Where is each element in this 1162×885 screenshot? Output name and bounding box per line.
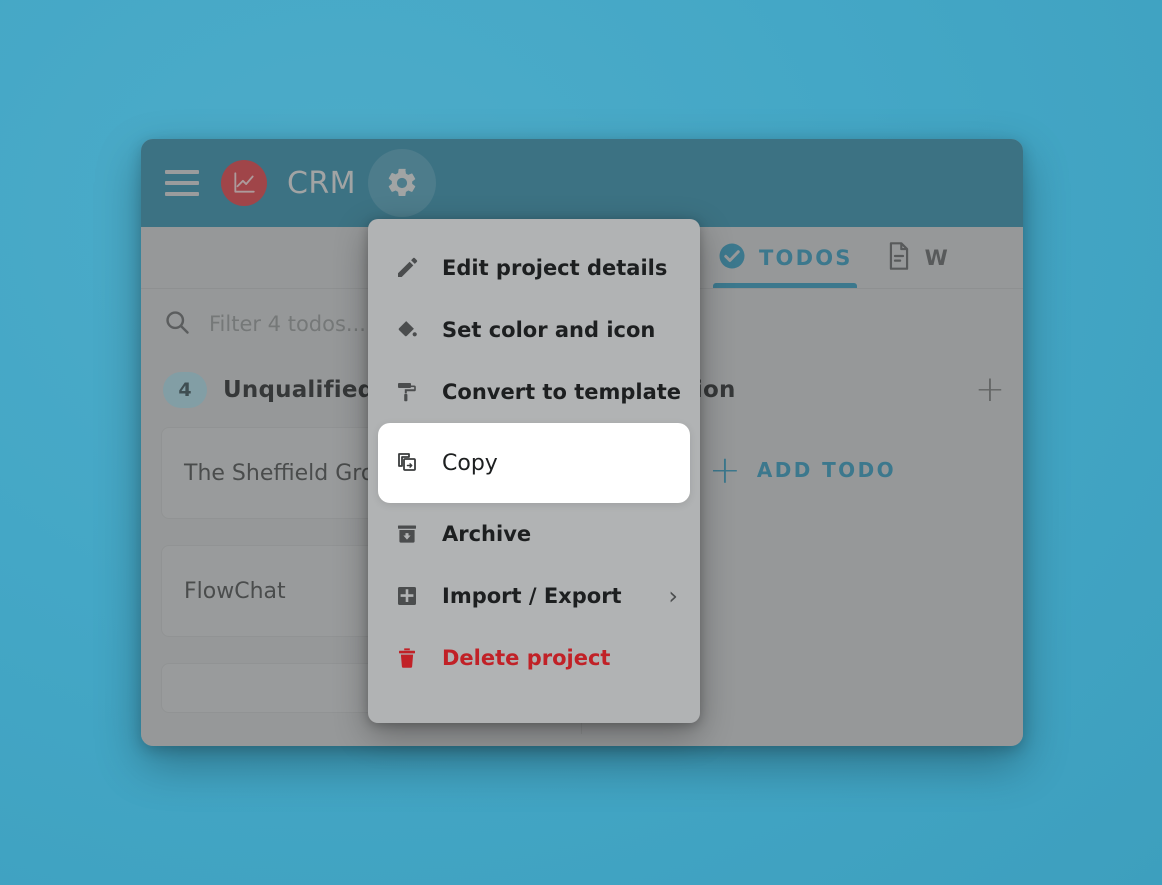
hamburger-icon[interactable] [165, 170, 199, 196]
project-settings-menu: Edit project details Set color and icon … [368, 219, 700, 723]
paint-bucket-icon [394, 317, 420, 343]
line-chart-icon[interactable] [221, 160, 267, 206]
search-icon [163, 308, 191, 340]
menu-item-copy[interactable]: Copy [378, 423, 690, 503]
chevron-right-icon: › [668, 582, 678, 610]
document-icon [885, 241, 913, 275]
page-title: CRM [287, 165, 356, 201]
todo-count-badge: 4 [163, 372, 207, 408]
pencil-icon [394, 255, 420, 281]
copy-icon [394, 450, 420, 476]
search-input[interactable]: Filter 4 todos... [209, 312, 366, 336]
tab-wiki-label: W [924, 245, 950, 270]
menu-item-label: Edit project details [442, 256, 668, 280]
check-circle-icon [717, 241, 747, 275]
gear-icon[interactable] [367, 149, 436, 217]
trash-icon [394, 645, 420, 671]
menu-item-import-export[interactable]: Import / Export › [368, 565, 700, 627]
chevron-right-icon: › [699, 318, 700, 342]
add-column-item-icon[interactable]: + [975, 372, 1005, 408]
tab-todos[interactable]: TODOS [701, 227, 869, 288]
menu-item-set-color-and-icon[interactable]: Set color and icon › [368, 299, 700, 361]
menu-item-archive[interactable]: Archive [368, 503, 700, 565]
plus-icon: + [709, 448, 741, 492]
import-export-icon [394, 583, 420, 609]
menu-item-label: Set color and icon [442, 318, 656, 342]
tab-wiki[interactable]: W [869, 227, 966, 288]
menu-item-label: Archive [442, 522, 532, 546]
archive-icon [394, 521, 420, 547]
tab-todos-label: TODOS [759, 245, 853, 270]
add-todo-label: ADD TODO [756, 458, 896, 482]
paint-roller-icon [394, 379, 420, 405]
menu-item-convert-to-template[interactable]: Convert to template [368, 361, 700, 423]
menu-item-label: Delete project [442, 646, 611, 670]
menu-item-edit-project-details[interactable]: Edit project details [368, 237, 700, 299]
menu-item-label: Convert to template [442, 380, 682, 404]
menu-item-label: Copy [442, 450, 498, 476]
menu-item-label: Import / Export [442, 584, 622, 608]
menu-item-delete-project[interactable]: Delete project [368, 627, 700, 689]
app-header: CRM [141, 139, 1023, 227]
column-title: Unqualified [223, 377, 375, 403]
